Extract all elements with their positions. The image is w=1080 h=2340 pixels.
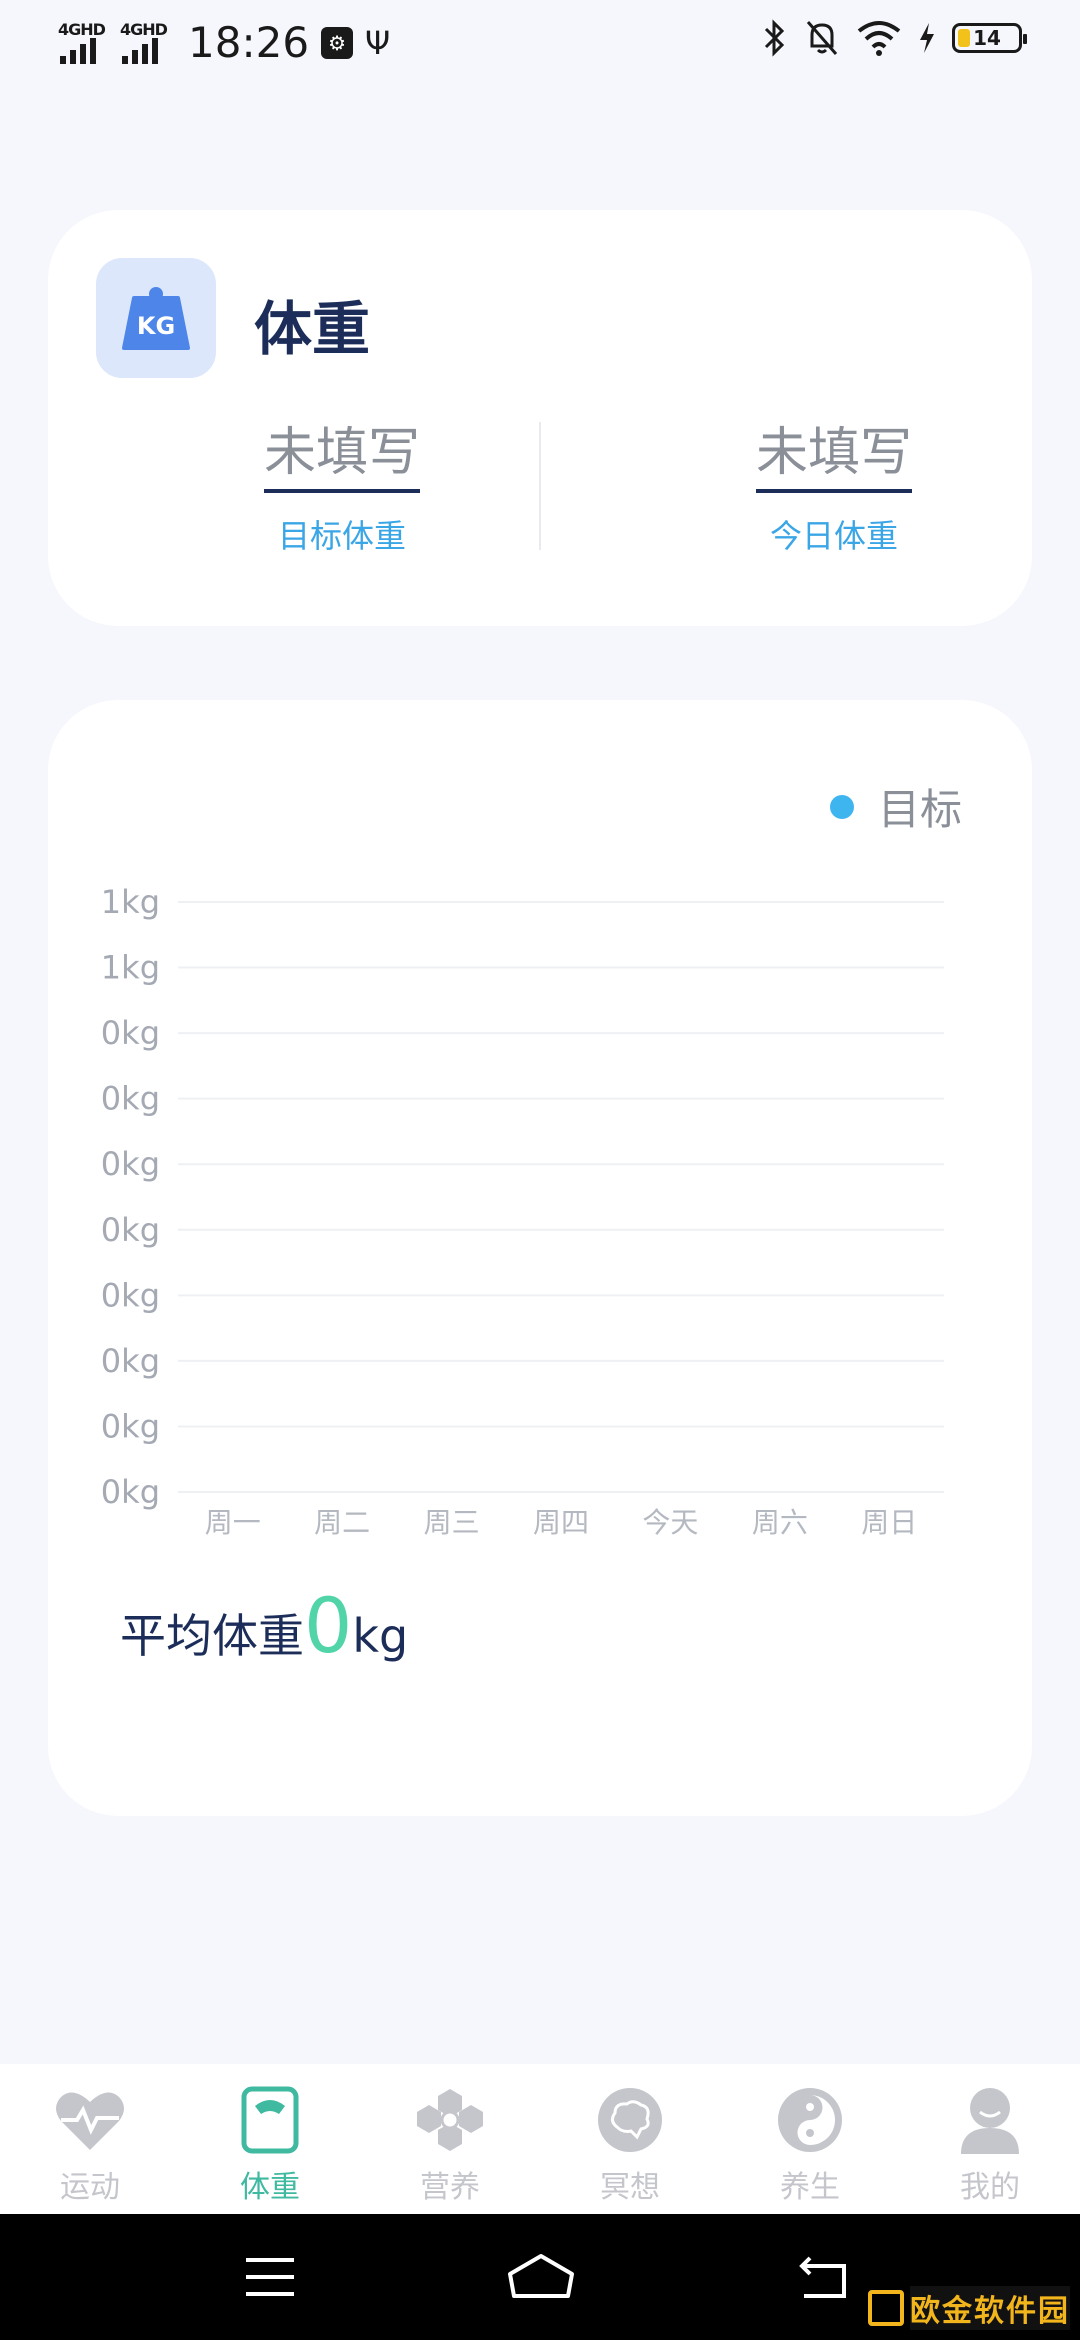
network-type: 4GHD: [120, 19, 168, 39]
average-weight: 平均体重 0 kg: [120, 1588, 408, 1666]
system-nav-bar: 欧金软件园: [0, 2214, 1080, 2340]
clock: 18:26: [188, 18, 310, 67]
average-weight-label: 平均体重: [120, 1609, 304, 1663]
signal-icon: 4GHD: [58, 20, 108, 66]
y-tick-label: 0kg: [101, 1342, 160, 1380]
tab-meditation[interactable]: 冥想: [540, 2064, 720, 2214]
tab-profile[interactable]: 我的: [900, 2064, 1080, 2214]
tab-exercise[interactable]: 运动: [0, 2064, 180, 2214]
tab-weight[interactable]: 体重: [180, 2064, 360, 2214]
x-tick-label: 周二: [314, 1506, 370, 1539]
y-tick-label: 0kg: [101, 1145, 160, 1183]
bluetooth-icon: [764, 19, 785, 57]
y-tick-label: 1kg: [101, 883, 160, 921]
tab-label: 养生: [780, 2170, 840, 2205]
average-weight-unit: kg: [352, 1609, 409, 1663]
kg-icon-text: KG: [137, 312, 175, 340]
wifi-icon: [857, 21, 901, 56]
x-tick-label: 周四: [533, 1506, 589, 1539]
kg-weight-icon: KG: [96, 258, 216, 378]
x-tick-label: 周一: [205, 1506, 261, 1539]
yin-yang-icon: [774, 2084, 846, 2156]
tab-label: 体重: [240, 2170, 300, 2205]
network-type: 4GHD: [58, 19, 106, 39]
battery-level: 14: [973, 26, 1001, 50]
brain-icon: [594, 2084, 666, 2156]
legend-label: 目标: [877, 785, 962, 834]
average-weight-value: 0: [304, 1581, 353, 1670]
signal-icon: 4GHD: [120, 20, 170, 66]
status-bar: 4GHD 4GHD 18:26 ⚙ Ψ 14: [0, 0, 1080, 84]
usb-icon: Ψ: [365, 23, 391, 62]
legend-dot: [829, 794, 854, 819]
today-weight-value[interactable]: 未填写: [755, 410, 912, 493]
home-icon[interactable]: [506, 2250, 576, 2304]
charging-icon: [920, 23, 934, 53]
x-tick-label: 周日: [861, 1506, 917, 1539]
user-icon: [954, 2084, 1026, 2156]
x-tick-label: 周三: [424, 1506, 480, 1539]
back-icon[interactable]: [794, 2250, 854, 2304]
y-tick-label: 0kg: [101, 1014, 160, 1052]
target-weight-label: 目标体重: [277, 517, 406, 555]
y-tick-label: 0kg: [101, 1211, 160, 1249]
mute-bell-icon: [806, 21, 838, 55]
watermark-logo: [868, 2290, 904, 2326]
tab-label: 营养: [420, 2170, 480, 2205]
today-weight-block[interactable]: 未填写 今日体重: [684, 410, 984, 557]
y-tick-label: 0kg: [101, 1080, 160, 1118]
heart-pulse-icon: [54, 2084, 126, 2156]
card-title: 体重: [254, 295, 371, 363]
y-tick-label: 0kg: [101, 1276, 160, 1314]
tab-nutrition[interactable]: 营养: [360, 2064, 540, 2214]
chart-legend: 目标: [829, 776, 962, 837]
scale-icon: [234, 2084, 306, 2156]
weight-summary-card: KG 体重 未填写 目标体重 未填写 今日体重: [48, 210, 1032, 626]
watermark: 欧金软件园: [868, 2286, 1070, 2330]
nutrition-hex-icon: [414, 2084, 486, 2156]
battery-icon: 14: [952, 23, 1027, 53]
y-tick-label: 0kg: [101, 1473, 160, 1511]
y-tick-label: 1kg: [101, 949, 160, 987]
watermark-text: 欧金软件园: [910, 2286, 1070, 2330]
tab-label: 冥想: [600, 2170, 660, 2205]
usb-debug-icon: ⚙: [321, 26, 354, 59]
x-tick-label: 今天: [642, 1506, 698, 1539]
tab-label: 运动: [60, 2170, 120, 2205]
x-tick-label: 周六: [752, 1506, 808, 1539]
target-weight-value[interactable]: 未填写: [263, 410, 420, 493]
tab-label: 我的: [960, 2170, 1020, 2205]
y-tick-label: 0kg: [101, 1407, 160, 1445]
divider: [539, 422, 541, 550]
today-weight-label: 今日体重: [769, 517, 898, 555]
bottom-tab-bar: 运动 体重 营养 冥想 养生 我的: [0, 2064, 1080, 2214]
tab-wellness[interactable]: 养生: [720, 2064, 900, 2214]
weight-chart-card: 1kg 1kg 0kg 0kg 0kg 0kg 0kg 0kg 0kg 0kg 周一 周二 周三 周四 今天…: [48, 700, 1032, 1816]
target-weight-block[interactable]: 未填写 目标体重: [192, 410, 492, 557]
menu-icon[interactable]: [240, 2250, 300, 2304]
